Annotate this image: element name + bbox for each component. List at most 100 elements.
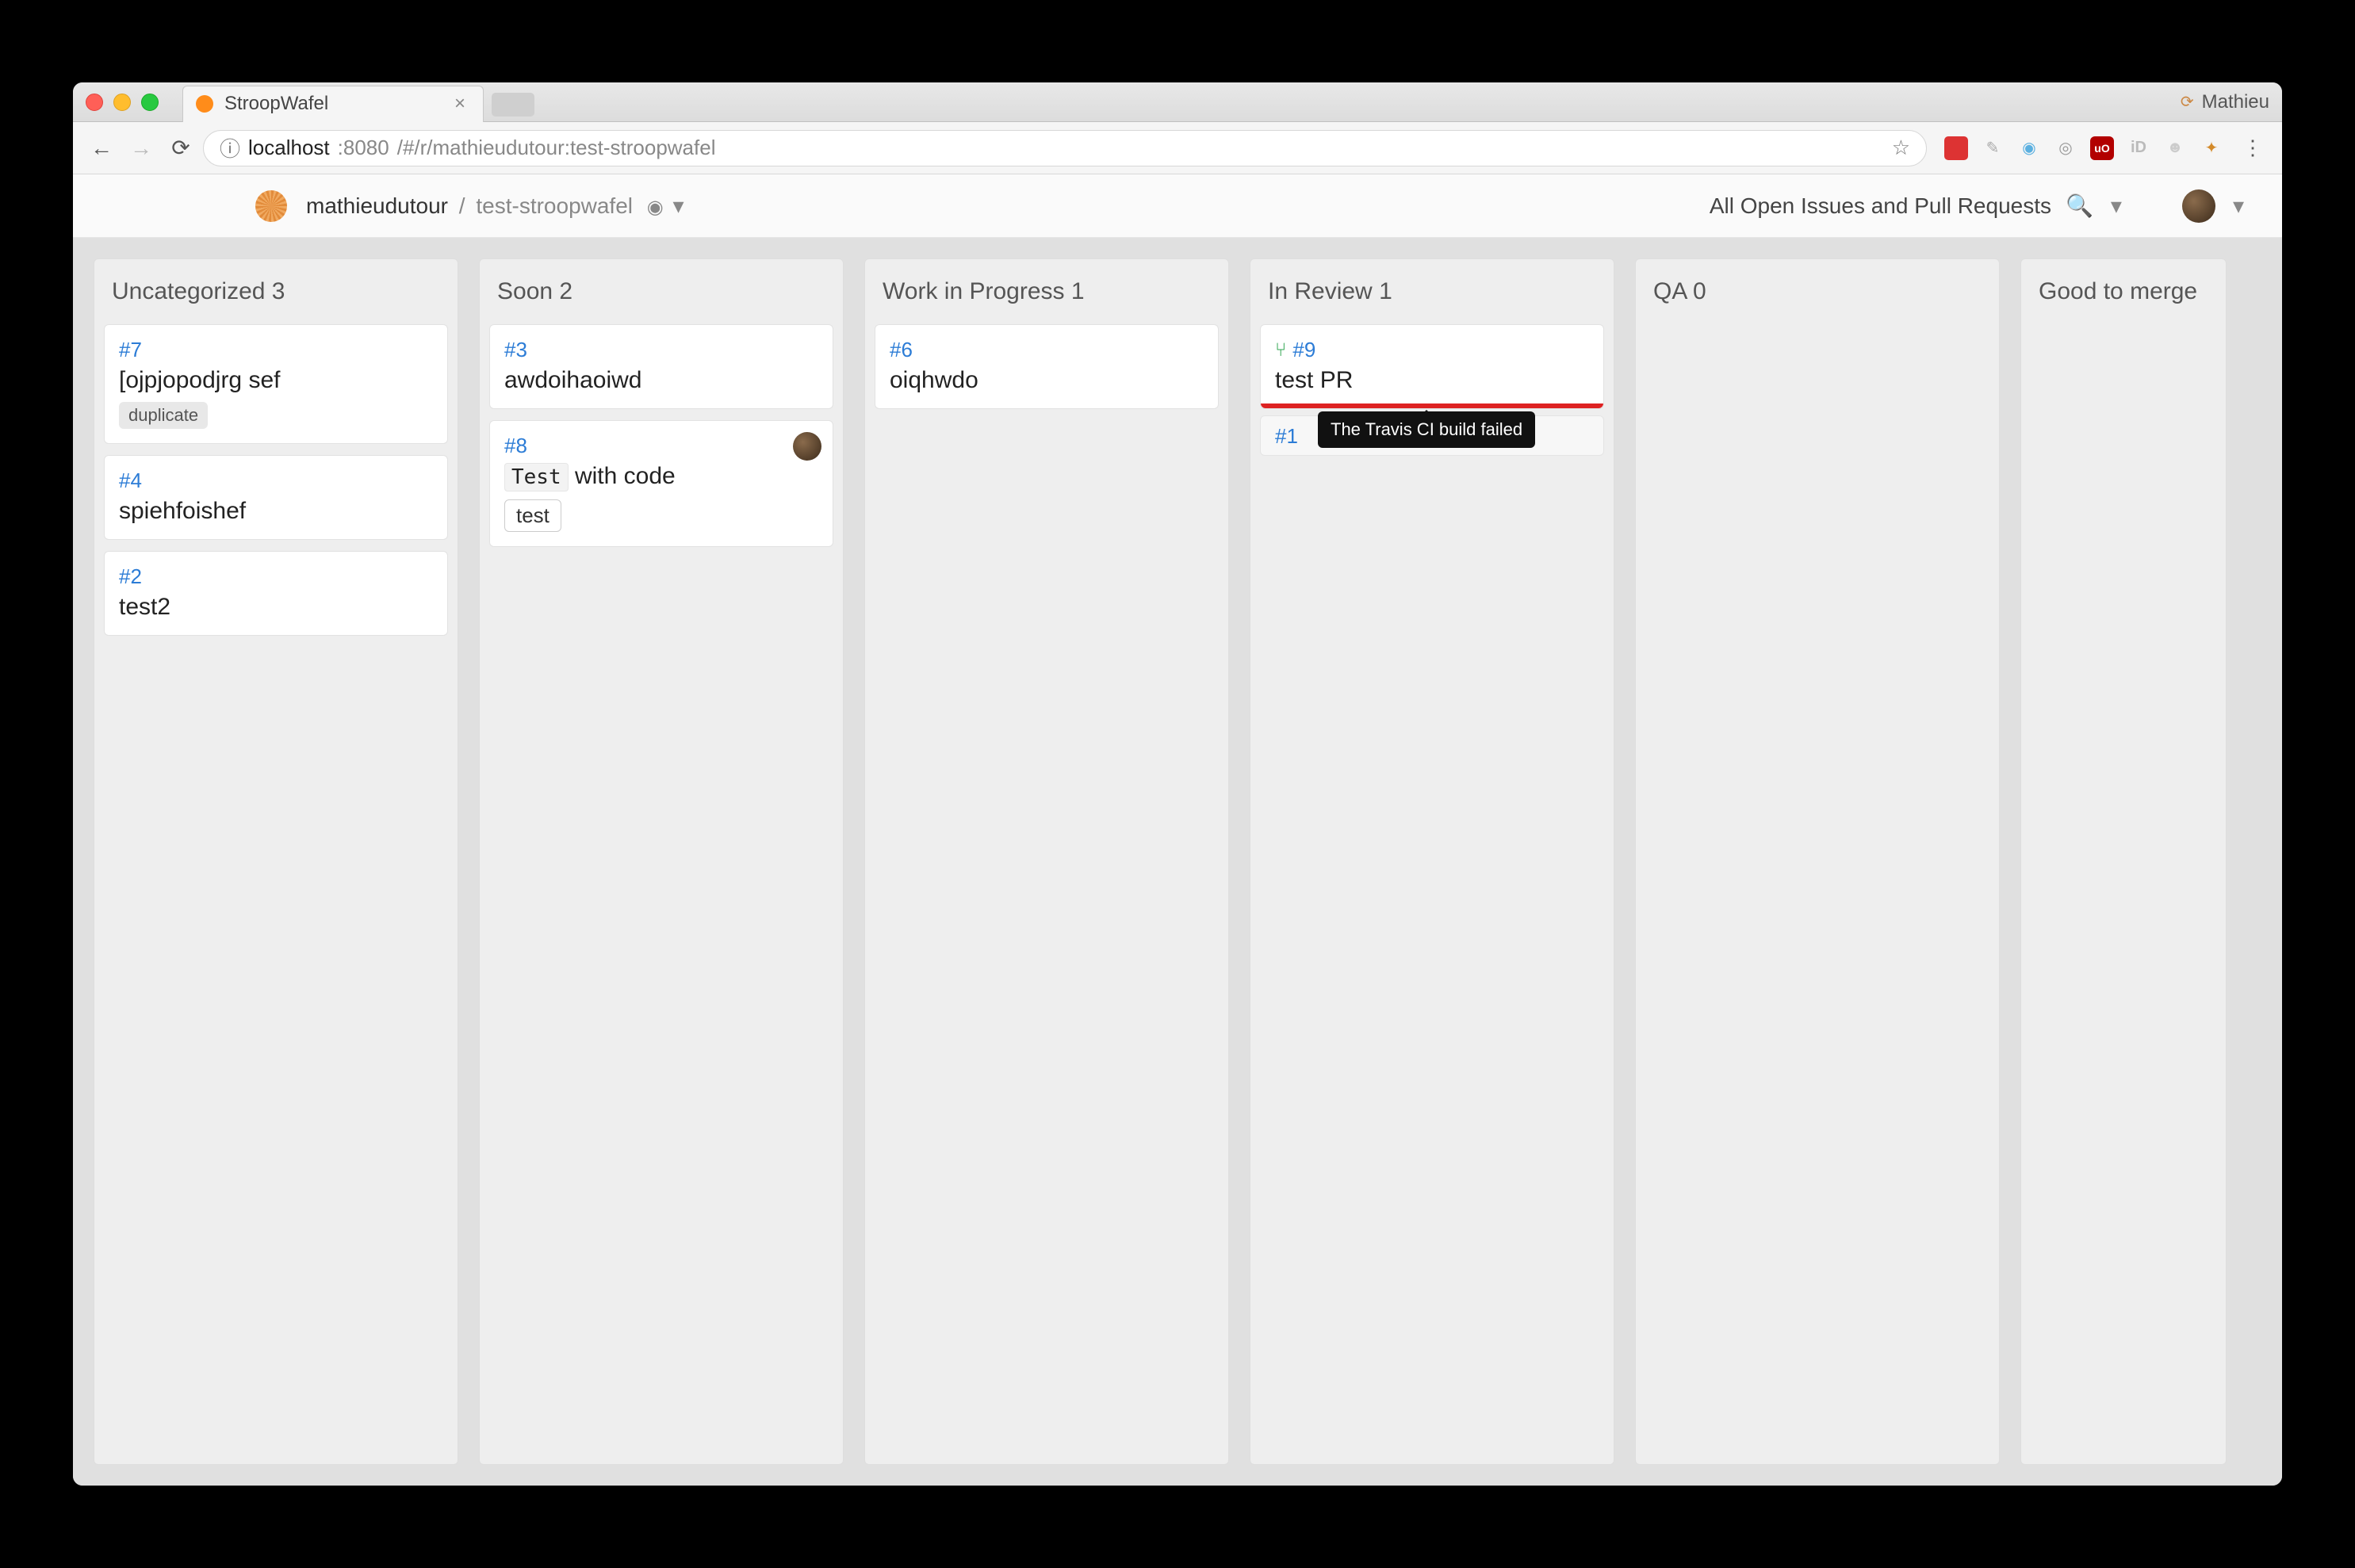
column-header[interactable]: In Review 1	[1250, 259, 1614, 324]
issue-title-text: with code	[569, 463, 676, 489]
issue-card-peek[interactable]: #1 The Travis CI build failed	[1260, 415, 1604, 456]
column-cards: #7 [ojpjopodjrg sef duplicate #4 spiehfo…	[94, 324, 458, 645]
issue-title: awdoihaoiwd	[504, 367, 818, 394]
breadcrumb-repo[interactable]: test-stroopwafel	[476, 193, 633, 218]
extension-icons: ✎ ◉ ◎ uO iD ☻ ✦	[1932, 136, 2230, 160]
ci-tooltip: The Travis CI build failed	[1318, 411, 1535, 448]
extension-icon[interactable]: ✦	[2200, 136, 2223, 160]
column-title: Work in Progress	[883, 278, 1065, 304]
issue-number[interactable]: #3	[504, 338, 527, 362]
column-cards	[1636, 324, 1999, 334]
search-icon[interactable]: 🔍	[2066, 193, 2093, 219]
issue-title: oiqhwdo	[890, 367, 1204, 394]
column-title: Good to merge	[2039, 278, 2197, 304]
bookmark-star-icon[interactable]: ☆	[1892, 136, 1910, 160]
issue-number[interactable]: #7	[119, 338, 142, 362]
issue-title: test2	[119, 594, 433, 621]
column-title: In Review	[1268, 278, 1373, 304]
app-logo-icon[interactable]	[255, 190, 287, 222]
browser-tab[interactable]: StroopWafel ×	[182, 86, 484, 122]
pr-card[interactable]: ⑂ #9 test PR	[1260, 324, 1604, 409]
issue-number[interactable]: #4	[119, 468, 142, 493]
issue-card[interactable]: #3 awdoihaoiwd	[489, 324, 833, 409]
sync-icon: ⟳	[2181, 92, 2194, 112]
column-count: 3	[272, 278, 285, 304]
issue-card[interactable]: #4 spiehfoishef	[104, 455, 448, 540]
column-cards: #6 oiqhwdo	[865, 324, 1228, 419]
window-controls	[86, 94, 159, 111]
extension-icon[interactable]: ◉	[2017, 136, 2041, 160]
breadcrumb-owner[interactable]: mathieudutour	[306, 193, 448, 218]
issue-card[interactable]: #7 [ojpjopodjrg sef duplicate	[104, 324, 448, 444]
new-tab-button[interactable]	[492, 93, 534, 117]
browser-menu-button[interactable]: ⋮	[2234, 136, 2271, 160]
issue-label[interactable]: duplicate	[119, 402, 208, 429]
issue-number[interactable]: #6	[890, 338, 913, 362]
breadcrumb: mathieudutour / test-stroopwafel ◉ ▾	[306, 193, 684, 219]
extension-icon[interactable]: ◎	[2054, 136, 2077, 160]
assignee-avatar[interactable]	[793, 432, 821, 461]
issue-number[interactable]: #8	[504, 434, 527, 458]
pull-request-icon: ⑂	[1275, 339, 1286, 361]
column-header[interactable]: Uncategorized 3	[94, 259, 458, 324]
issue-number[interactable]: #2	[119, 564, 142, 589]
column-soon: Soon 2 #3 awdoihaoiwd #8 Test with code …	[479, 258, 844, 1465]
eye-icon[interactable]: ◉	[647, 197, 664, 218]
column-count: 1	[1379, 278, 1392, 304]
site-info-icon[interactable]: ⓘ	[220, 133, 240, 163]
extension-icon[interactable]: iD	[2127, 136, 2150, 160]
column-title: QA	[1653, 278, 1687, 304]
close-tab-icon[interactable]: ×	[454, 93, 465, 115]
column-header[interactable]: Good to merge	[2021, 259, 2226, 324]
column-uncategorized: Uncategorized 3 #7 [ojpjopodjrg sef dupl…	[94, 258, 458, 1465]
tab-favicon	[196, 95, 213, 113]
column-header[interactable]: Soon 2	[480, 259, 843, 324]
addr-path: /#/r/mathieudutour:test-stroopwafel	[397, 136, 716, 160]
issue-label[interactable]: test	[504, 499, 561, 532]
close-window-button[interactable]	[86, 94, 103, 111]
issue-title-code: Test	[504, 463, 569, 491]
issue-number-text: #9	[1292, 338, 1315, 362]
extension-icon[interactable]: ☻	[2163, 136, 2187, 160]
titlebar-profile[interactable]: ⟳ Mathieu	[2181, 91, 2269, 113]
browser-window: StroopWafel × ⟳ Mathieu ← → ⟳ ⓘ localhos…	[73, 82, 2282, 1486]
chevron-down-icon[interactable]: ▾	[2233, 193, 2244, 219]
user-avatar[interactable]	[2182, 189, 2215, 223]
column-count: 0	[1693, 278, 1706, 304]
column-wip: Work in Progress 1 #6 oiqhwdo	[864, 258, 1229, 1465]
nav-back-button[interactable]: ←	[84, 131, 119, 166]
column-title: Soon	[497, 278, 553, 304]
issue-title: test PR	[1275, 367, 1589, 394]
nav-forward-button[interactable]: →	[124, 131, 159, 166]
extension-icon[interactable]: uO	[2090, 136, 2114, 160]
column-header[interactable]: QA 0	[1636, 259, 1999, 324]
column-qa: QA 0	[1635, 258, 2000, 1465]
filter-label[interactable]: All Open Issues and Pull Requests	[1710, 193, 2051, 219]
issue-number[interactable]: ⑂ #9	[1275, 338, 1315, 362]
addr-port: :8080	[338, 136, 389, 160]
zoom-window-button[interactable]	[141, 94, 159, 111]
chevron-down-icon[interactable]: ▾	[673, 193, 684, 218]
issue-card[interactable]: #6 oiqhwdo	[875, 324, 1219, 409]
issue-card[interactable]: #8 Test with code test	[489, 420, 833, 547]
nav-reload-button[interactable]: ⟳	[163, 131, 198, 166]
chevron-down-icon[interactable]: ▾	[2111, 193, 2122, 219]
extension-icon[interactable]: ✎	[1981, 136, 2005, 160]
address-bar[interactable]: ⓘ localhost :8080 /#/r/mathieudutour:test-…	[203, 130, 1927, 166]
column-header[interactable]: Work in Progress 1	[865, 259, 1228, 324]
minimize-window-button[interactable]	[113, 94, 131, 111]
issue-number[interactable]: #1	[1275, 424, 1298, 448]
column-count: 1	[1071, 278, 1085, 304]
column-cards: #3 awdoihaoiwd #8 Test with code test	[480, 324, 843, 556]
extension-icon[interactable]	[1944, 136, 1968, 160]
addr-host: localhost	[248, 136, 330, 160]
profile-name: Mathieu	[2202, 91, 2269, 113]
column-title: Uncategorized	[112, 278, 265, 304]
column-count: 2	[559, 278, 572, 304]
issue-card[interactable]: #2 test2	[104, 551, 448, 636]
column-in-review: In Review 1 ⑂ #9 test PR #1 The Travis C…	[1250, 258, 1614, 1465]
breadcrumb-separator: /	[459, 193, 465, 218]
issue-title: Test with code	[504, 463, 818, 490]
column-good-to-merge: Good to merge	[2020, 258, 2227, 1465]
column-cards	[2021, 324, 2226, 334]
